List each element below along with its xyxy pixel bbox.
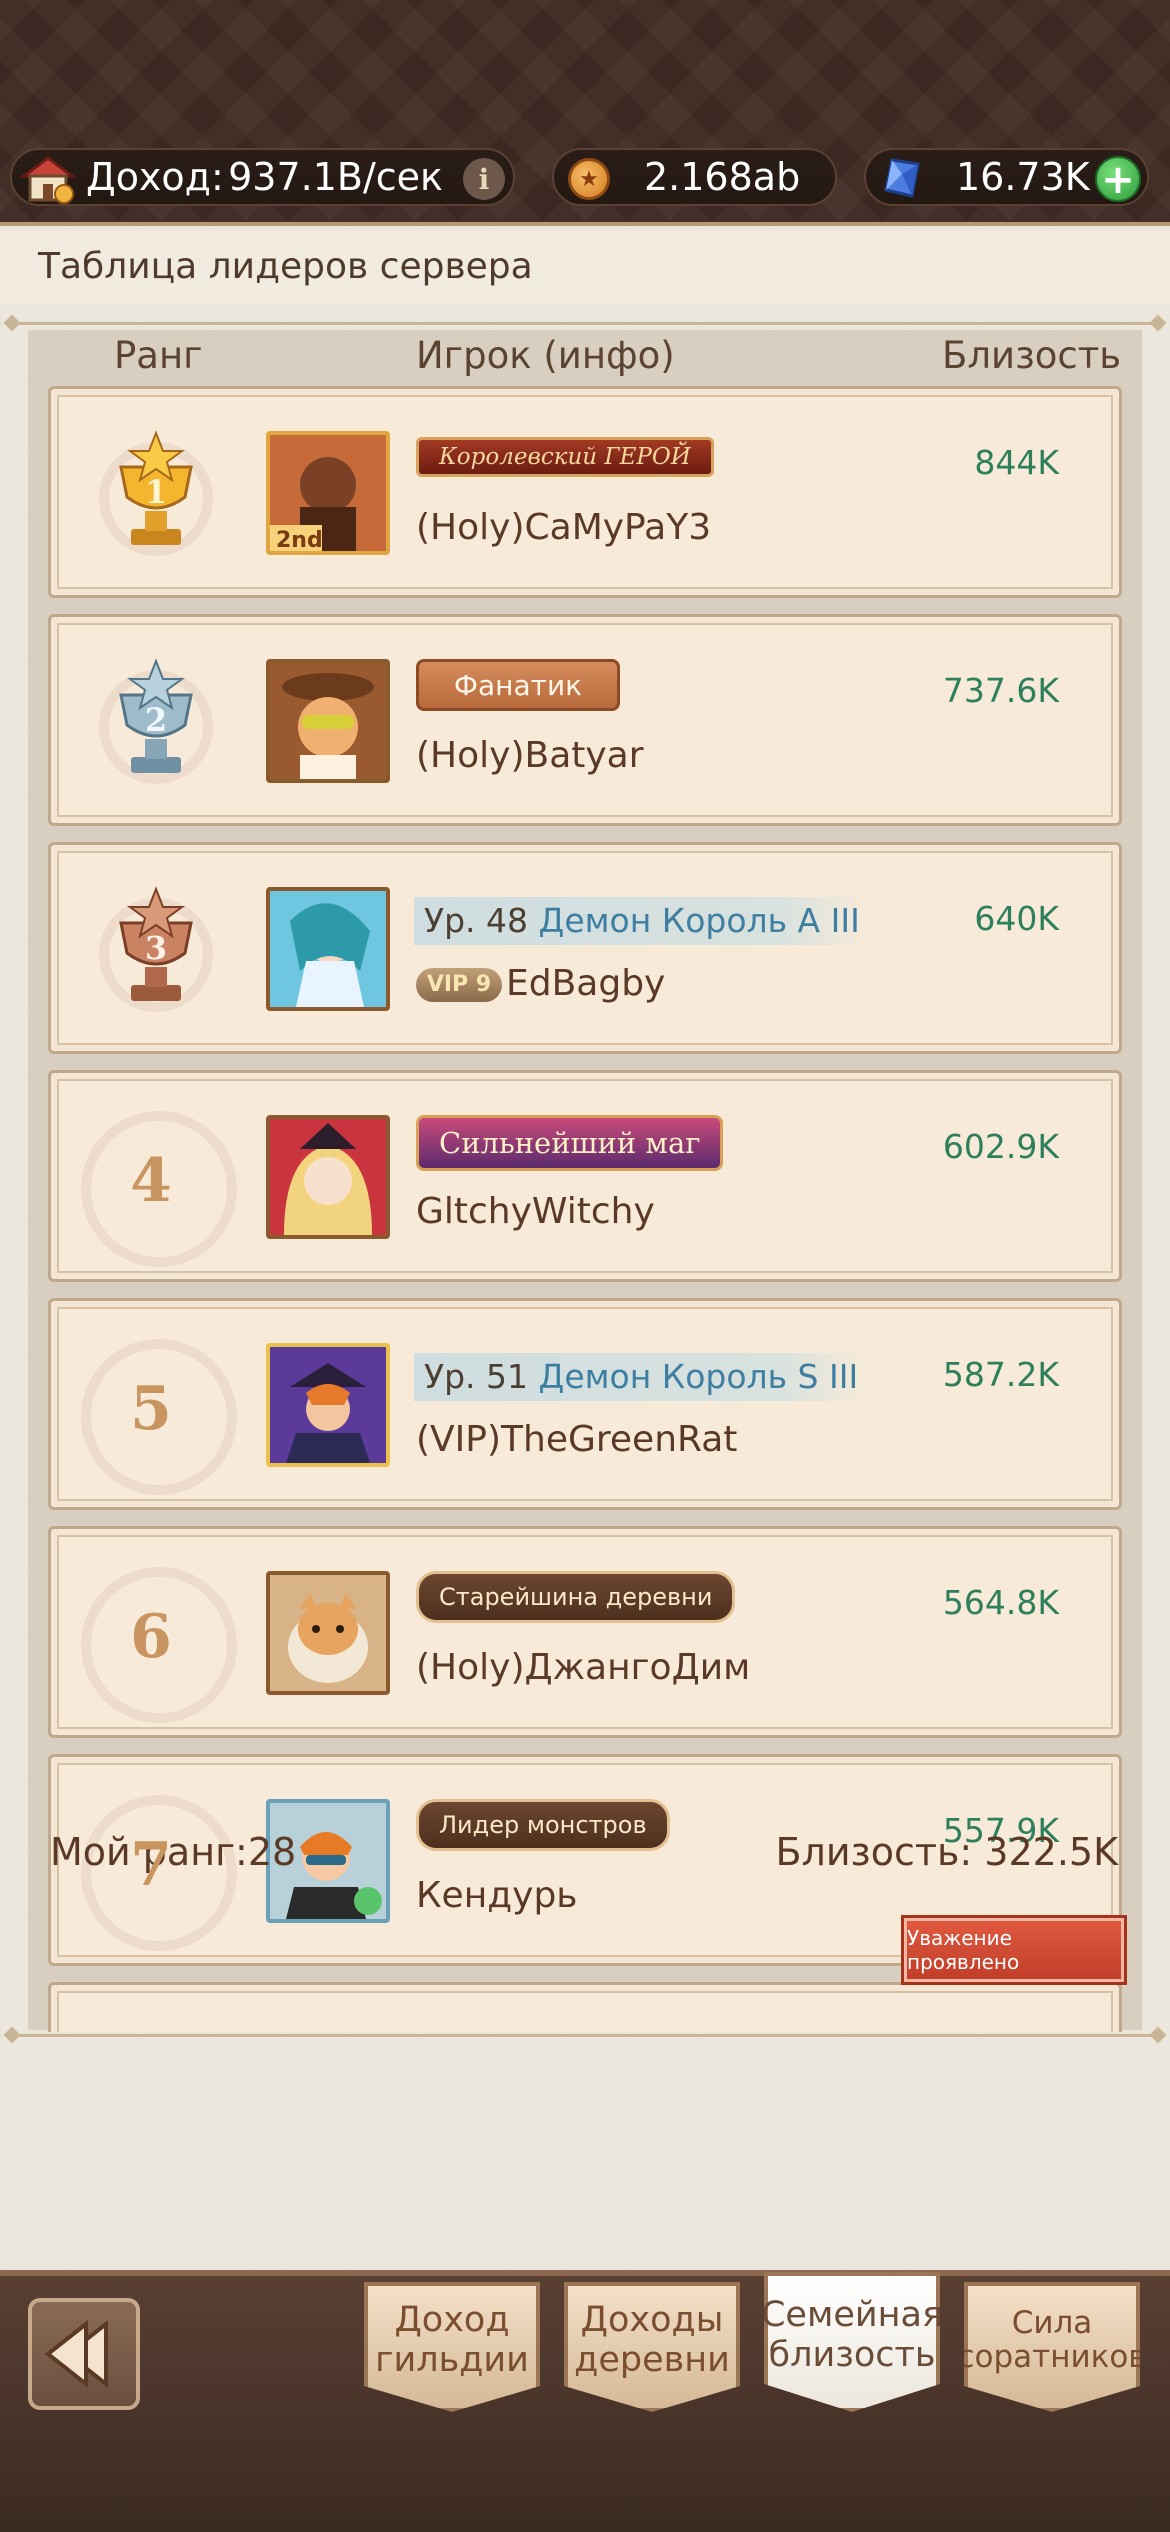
player-avatar[interactable] bbox=[266, 1115, 390, 1239]
player-title-badge: Старейшина деревни bbox=[416, 1571, 736, 1623]
player-name[interactable]: (Holy)Batyar bbox=[416, 735, 644, 776]
player-level: Ур. 51 bbox=[424, 1357, 529, 1396]
leaderboard-row[interactable]: 2 Фанатик (Holy)Batyar 737.6K bbox=[48, 614, 1122, 826]
coin-icon: ★ bbox=[568, 158, 610, 200]
column-header-affinity: Близость bbox=[942, 334, 1122, 377]
avatar-portrait-icon bbox=[270, 1575, 386, 1691]
affinity-value: 640K bbox=[974, 899, 1059, 938]
rank-number: 7 bbox=[130, 1830, 172, 1900]
column-header-player: Игрок (инфо) bbox=[416, 334, 675, 377]
avatar-portrait-icon bbox=[270, 1119, 386, 1235]
avatar-portrait-icon: 2nd bbox=[270, 435, 386, 551]
respect-button[interactable]: Уважение проявлено bbox=[904, 1918, 1124, 1982]
tab-village-income[interactable]: Доходы деревни bbox=[564, 2282, 740, 2412]
player-avatar[interactable] bbox=[266, 1571, 390, 1695]
coins-bar[interactable]: ★ 2.168ab bbox=[552, 148, 837, 206]
leaderboard-row[interactable]: 1 2nd Королевский ГЕРОЙ (Holy)CaMyPaY3 8… bbox=[48, 386, 1122, 598]
player-title-badge: Фанатик bbox=[416, 659, 620, 711]
svg-text:1: 1 bbox=[145, 473, 167, 511]
divider bbox=[12, 322, 1158, 325]
affinity-value: 844K bbox=[974, 443, 1059, 482]
rank-number: 5 bbox=[130, 1374, 172, 1444]
player-avatar[interactable] bbox=[266, 887, 390, 1011]
vip-badge: VIP 9 bbox=[416, 968, 502, 1002]
divider bbox=[12, 2034, 1158, 2037]
avatar-portrait-icon bbox=[270, 891, 386, 1007]
silver-trophy-icon: 2 bbox=[99, 658, 213, 784]
page-title: Таблица лидеров сервера bbox=[0, 230, 1170, 304]
svg-text:3: 3 bbox=[145, 929, 167, 967]
player-title-badge: Лидер монстров bbox=[416, 1799, 670, 1851]
gems-bar[interactable]: 16.73K + bbox=[864, 148, 1149, 206]
income-value: 937.1B/сек bbox=[228, 155, 443, 199]
rank-number: 6 bbox=[130, 1602, 172, 1672]
leaderboard-row[interactable]: 5 Ур. 51 Демон Король S III (VIP)TheGree… bbox=[48, 1298, 1122, 1510]
player-name[interactable]: Кендурь bbox=[416, 1875, 578, 1916]
avatar-portrait-icon bbox=[270, 663, 386, 779]
coins-value: 2.168ab bbox=[644, 155, 801, 199]
player-level: Ур. 48 bbox=[424, 901, 529, 940]
avatar-portrait-icon bbox=[270, 1347, 386, 1463]
bronze-trophy-icon: 3 bbox=[99, 886, 213, 1012]
affinity-value: 737.6K bbox=[942, 671, 1059, 710]
player-name[interactable]: (Holy)ДжангоДим bbox=[416, 1647, 750, 1688]
back-arrow-icon bbox=[44, 2319, 108, 2389]
affinity-value: 564.8K bbox=[942, 1583, 1059, 1622]
info-icon[interactable]: i bbox=[463, 158, 505, 200]
tab-guild-income[interactable]: Доход гильдии bbox=[364, 2282, 540, 2412]
leaderboard-row[interactable]: 6 Старейшина деревни (Holy)ДжангоДим 564… bbox=[48, 1526, 1122, 1738]
column-header-rank: Ранг bbox=[114, 334, 203, 377]
rank-laurel: 5 bbox=[81, 1339, 237, 1495]
player-name[interactable]: (VIP)TheGreenRat bbox=[416, 1419, 737, 1460]
gem-icon bbox=[884, 158, 920, 198]
my-rank: Мой ранг:28 bbox=[50, 1830, 297, 1874]
back-button[interactable] bbox=[28, 2298, 140, 2410]
svg-text:2nd: 2nd bbox=[276, 528, 323, 551]
affinity-value: 602.9K bbox=[942, 1127, 1059, 1166]
player-level-line: Ур. 48 Демон Король A III bbox=[414, 897, 870, 945]
svg-text:2: 2 bbox=[145, 701, 167, 739]
player-avatar[interactable] bbox=[266, 1343, 390, 1467]
player-name[interactable]: VIP 9 EdBagby bbox=[416, 963, 665, 1004]
tab-family-affinity[interactable]: Семейная близость bbox=[764, 2272, 940, 2412]
player-class: Демон Король S III bbox=[538, 1357, 859, 1396]
rank-laurel: 4 bbox=[81, 1111, 237, 1267]
leaderboard-row[interactable]: 3 Ур. 48 Демон Король A III VIP 9 EdBagby… bbox=[48, 842, 1122, 1054]
player-avatar[interactable] bbox=[266, 659, 390, 783]
player-name[interactable]: (Holy)CaMyPaY3 bbox=[416, 507, 711, 548]
house-icon bbox=[19, 156, 77, 204]
income-bar[interactable]: Доход: 937.1B/сек i bbox=[10, 148, 515, 206]
leaderboard-row[interactable]: 4 Сильнейший маг GltchyWitchy 602.9K bbox=[48, 1070, 1122, 1282]
player-title-badge: Сильнейший маг bbox=[416, 1115, 724, 1171]
leaderboard-list[interactable]: 1 2nd Королевский ГЕРОЙ (Holy)CaMyPaY3 8… bbox=[48, 386, 1122, 2032]
player-title-badge: Королевский ГЕРОЙ bbox=[416, 437, 714, 477]
gold-trophy-icon: 1 bbox=[99, 430, 213, 556]
gems-value: 16.73K bbox=[956, 155, 1090, 199]
my-affinity: Близость: 322.5K bbox=[775, 1830, 1118, 1874]
leaderboard-row[interactable] bbox=[48, 1982, 1122, 2032]
player-name[interactable]: GltchyWitchy bbox=[416, 1191, 655, 1232]
add-gems-icon[interactable]: + bbox=[1095, 156, 1141, 202]
affinity-value: 587.2K bbox=[942, 1355, 1059, 1394]
player-name-text: EdBagby bbox=[506, 963, 666, 1004]
rank-laurel: 6 bbox=[81, 1567, 237, 1723]
income-label: Доход: bbox=[86, 155, 224, 199]
rank-number: 4 bbox=[130, 1146, 172, 1216]
player-level-line: Ур. 51 Демон Король S III bbox=[414, 1353, 869, 1401]
player-avatar[interactable]: 2nd bbox=[266, 431, 390, 555]
tab-ally-power[interactable]: Сила соратников bbox=[964, 2282, 1140, 2412]
player-class: Демон Король A III bbox=[538, 901, 860, 940]
